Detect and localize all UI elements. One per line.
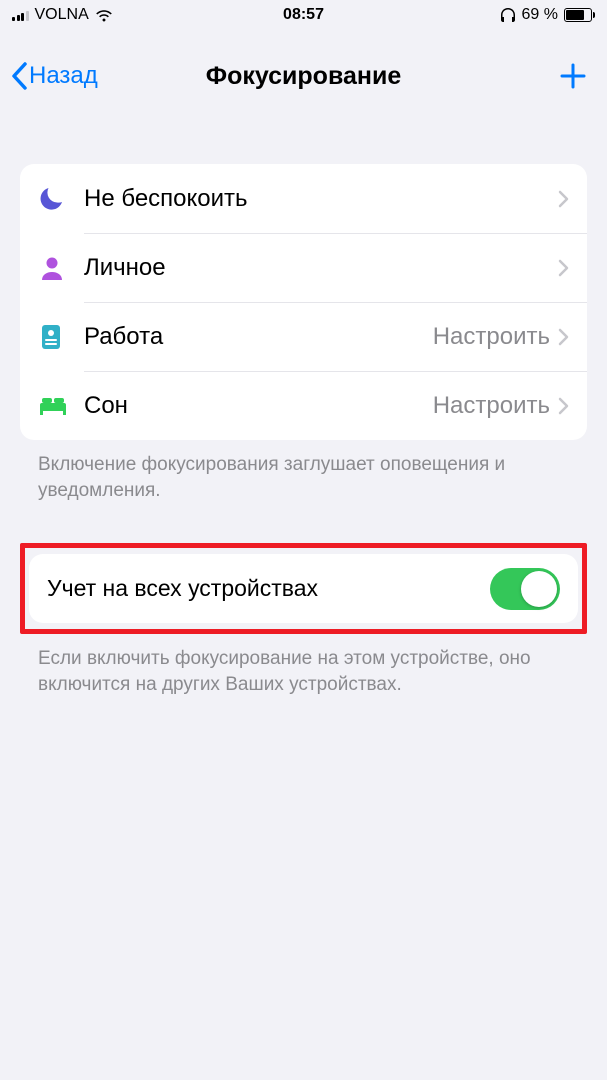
- person-icon: [38, 254, 74, 282]
- row-detail: Настроить: [433, 392, 550, 420]
- clock: 08:57: [283, 6, 324, 24]
- badge-icon: [38, 322, 74, 352]
- headphones-icon: [500, 8, 516, 23]
- group-footer-2: Если включить фокусирование на этом устр…: [20, 634, 587, 697]
- highlight-box: Учет на всех устройствах: [20, 543, 587, 634]
- status-left: VOLNA: [12, 6, 113, 24]
- chevron-right-icon: [558, 397, 569, 415]
- nav-bar: Назад Фокусирование: [0, 48, 607, 104]
- battery-percent: 69 %: [522, 6, 558, 24]
- back-button[interactable]: Назад: [10, 62, 98, 90]
- row-label: Не беспокоить: [74, 185, 550, 213]
- carrier-label: VOLNA: [35, 6, 89, 24]
- focus-mode-personal[interactable]: Личное: [20, 233, 587, 302]
- focus-mode-sleep[interactable]: Сон Настроить: [20, 371, 587, 440]
- share-across-devices-switch[interactable]: [490, 568, 560, 610]
- signal-icon: [12, 9, 29, 21]
- group-footer-1: Включение фокусирования заглушает оповещ…: [20, 440, 587, 503]
- plus-icon: [559, 62, 587, 90]
- chevron-right-icon: [558, 259, 569, 277]
- focus-modes-group: Не беспокоить Личное Работа Настроить: [20, 164, 587, 440]
- focus-mode-do-not-disturb[interactable]: Не беспокоить: [20, 164, 587, 233]
- switch-label: Учет на всех устройствах: [47, 575, 490, 602]
- battery-icon: [564, 8, 595, 22]
- row-detail: Настроить: [433, 323, 550, 351]
- status-right: 69 %: [500, 6, 595, 24]
- chevron-left-icon: [10, 62, 27, 90]
- switch-knob: [521, 571, 557, 607]
- back-label: Назад: [29, 62, 98, 90]
- share-across-devices-row: Учет на всех устройствах: [29, 554, 578, 623]
- row-label: Личное: [74, 254, 550, 282]
- chevron-right-icon: [558, 328, 569, 346]
- status-bar: VOLNA 08:57 69 %: [0, 0, 607, 30]
- bed-icon: [38, 395, 74, 417]
- focus-mode-work[interactable]: Работа Настроить: [20, 302, 587, 371]
- add-button[interactable]: [559, 62, 597, 90]
- row-label: Работа: [74, 323, 433, 351]
- row-label: Сон: [74, 392, 433, 420]
- wifi-icon: [95, 9, 113, 22]
- page-title: Фокусирование: [206, 62, 402, 91]
- chevron-right-icon: [558, 190, 569, 208]
- moon-icon: [38, 185, 74, 213]
